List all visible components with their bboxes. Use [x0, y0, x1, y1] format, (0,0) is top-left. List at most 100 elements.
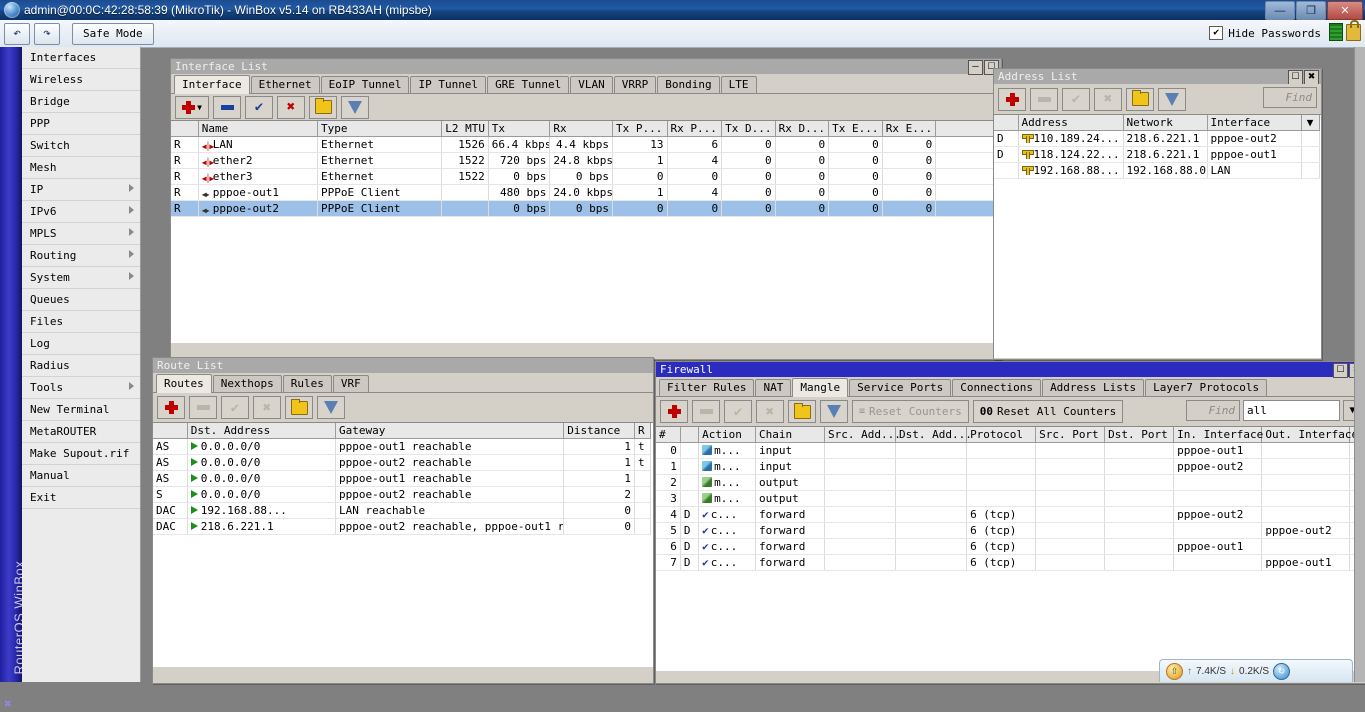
column-header-type[interactable]: Type [317, 121, 443, 137]
table-row[interactable]: S 0.0.0.0/0 pppoe-out2 reachable 2 [153, 486, 652, 503]
column-header-protocol[interactable]: Protocol [966, 427, 1037, 443]
table-row[interactable]: Rpppoe-out2PPPoE Client0 bps0 bps000000 [171, 200, 999, 217]
refresh-icon[interactable]: ↻ [1273, 662, 1291, 680]
hide-passwords-checkbox[interactable]: ✔ Hide Passwords [1209, 24, 1321, 42]
redo-icon[interactable]: ↷ [34, 22, 60, 45]
firewall-tab-nat[interactable]: NAT [755, 379, 792, 396]
table-row[interactable]: Rether2Ethernet1522720 bps24.8 kbps14000… [171, 152, 999, 169]
column-header-interface[interactable]: Interface [1207, 115, 1302, 131]
enable-rule-button[interactable]: ✔ [724, 400, 752, 423]
disable-interface-button[interactable]: ✖ [277, 95, 305, 119]
filter-route-button[interactable] [317, 396, 345, 419]
table-row[interactable]: 5 D ✔ c... forward 6 (tcp) pppoe-out2 [656, 522, 1365, 539]
sidebar-item-wireless[interactable]: Wireless [22, 69, 140, 91]
sidebar-item-mpls[interactable]: MPLS [22, 223, 140, 245]
route-list-tab-nexthops[interactable]: Nexthops [212, 375, 282, 392]
column-header-src-port[interactable]: Src. Port [1035, 427, 1106, 443]
sidebar-item-manual[interactable]: Manual [22, 465, 140, 487]
reset-counters-button[interactable]: ≡ Reset Counters [852, 400, 969, 423]
column-header-address[interactable]: Address [1018, 115, 1124, 131]
interface-list-tab-lte[interactable]: LTE [720, 76, 757, 93]
table-row[interactable]: DAC 192.168.88... LAN reachable 0 [153, 502, 652, 519]
filter-interface-button[interactable] [341, 95, 369, 119]
table-row[interactable]: D 118.124.22... 218.6.221.1 pppoe-out1 [994, 146, 1320, 163]
firewall-tab-layer7-protocols[interactable]: Layer7 Protocols [1145, 379, 1268, 396]
column-header-flag[interactable] [171, 121, 199, 137]
table-row[interactable]: 1 m... input pppoe-out2 [656, 458, 1365, 475]
table-row[interactable]: D 110.189.24... 218.6.221.1 pppoe-out2 [994, 130, 1320, 147]
reset-all-counters-button[interactable]: 00 Reset All Counters [972, 400, 1124, 423]
table-row[interactable]: AS 0.0.0.0/0 pppoe-out1 reachable 1 [153, 470, 652, 487]
firewall-tab-filter-rules[interactable]: Filter Rules [659, 379, 755, 396]
column-header-flag[interactable] [994, 115, 1019, 131]
column-header-txp[interactable]: Tx P... [612, 121, 668, 137]
address-list-close-icon[interactable]: ✖ [1304, 70, 1319, 85]
sidebar-item-files[interactable]: Files [22, 311, 140, 333]
filter-rule-button[interactable] [820, 400, 848, 423]
sidebar-item-routing[interactable]: Routing [22, 245, 140, 267]
firewall-titlebar[interactable]: Firewall ☐ ✖ [656, 362, 1365, 378]
table-row[interactable]: 3 m... output [656, 490, 1365, 507]
column-header-flag[interactable] [680, 427, 700, 443]
column-header-rxp[interactable]: Rx P... [667, 121, 723, 137]
firewall-find-input[interactable]: Find [1186, 400, 1240, 421]
column-header-tx[interactable]: Tx [488, 121, 551, 137]
interface-list-tab-ethernet[interactable]: Ethernet [250, 76, 320, 93]
table-row[interactable]: 4 D ✔ c... forward 6 (tcp) pppoe-out2 [656, 506, 1365, 523]
network-speed-widget[interactable]: ⇧ ↑ 7.4K/S ↓ 0.2K/S ↻ [1159, 659, 1353, 682]
remove-rule-button[interactable] [692, 400, 720, 423]
table-row[interactable]: 192.168.88... 192.168.88.0 LAN [994, 162, 1320, 179]
interface-list-tab-eoip-tunnel[interactable]: EoIP Tunnel [320, 76, 410, 93]
column-header-src-address[interactable]: Src. Add... [824, 427, 901, 443]
route-list-titlebar[interactable]: Route List [153, 358, 653, 373]
remove-route-button[interactable] [189, 396, 217, 419]
disable-address-button[interactable]: ✖ [1094, 87, 1122, 111]
table-row[interactable]: 2 m... output [656, 474, 1365, 491]
column-header-in-interface[interactable]: In. Interface [1173, 427, 1263, 443]
route-list-tab-routes[interactable]: Routes [156, 374, 212, 393]
table-row[interactable]: AS 0.0.0.0/0 pppoe-out1 reachable 1 t [153, 438, 652, 455]
sidebar-item-make-supout-rif[interactable]: Make Supout.rif [22, 443, 140, 465]
route-list-tab-rules[interactable]: Rules [282, 375, 332, 392]
column-header-txd[interactable]: Tx D... [721, 121, 776, 137]
column-header-num[interactable]: # [656, 427, 681, 443]
table-row[interactable]: RLANEthernet152666.4 kbps4.4 kbps1360000 [171, 136, 999, 153]
sidebar-item-ipv6[interactable]: IPv6 [22, 201, 140, 223]
table-row[interactable]: AS 0.0.0.0/0 pppoe-out2 reachable 1 t [153, 454, 652, 471]
interface-list-tab-vrrp[interactable]: VRRP [613, 76, 657, 93]
interface-list-tab-vlan[interactable]: VLAN [570, 76, 613, 93]
sidebar-item-interfaces[interactable]: Interfaces [22, 47, 140, 69]
table-row[interactable]: 0 m... input pppoe-out1 [656, 442, 1365, 459]
interface-list-titlebar[interactable]: Interface List ─ ☐ [171, 59, 1001, 75]
undo-icon[interactable]: ↶ [4, 22, 30, 45]
sidebar-item-mesh[interactable]: Mesh [22, 157, 140, 179]
address-list-maximize-icon[interactable]: ☐ [1288, 70, 1303, 85]
route-list-tab-vrf[interactable]: VRF [332, 375, 369, 392]
sidebar-item-radius[interactable]: Radius [22, 355, 140, 377]
comment-rule-button[interactable] [788, 400, 816, 423]
enable-address-button[interactable]: ✔ [1062, 87, 1090, 111]
remove-interface-button[interactable] [213, 95, 241, 119]
column-header-dst-address[interactable]: Dst. Address [187, 423, 337, 439]
minimize-button[interactable]: — [1265, 1, 1295, 20]
column-header-gateway[interactable]: Gateway [335, 423, 565, 439]
sidebar-item-metarouter[interactable]: MetaROUTER [22, 421, 140, 443]
add-route-button[interactable] [157, 396, 185, 419]
add-rule-button[interactable] [660, 400, 688, 423]
table-row[interactable]: DAC 218.6.221.1 pppoe-out2 reachable, pppo… [153, 518, 652, 535]
sidebar-item-system[interactable]: System [22, 267, 140, 289]
column-header-rxd[interactable]: Rx D... [775, 121, 830, 137]
remove-address-button[interactable] [1030, 87, 1058, 111]
column-header-l2mtu[interactable]: L2 MTU [441, 121, 489, 137]
filter-address-button[interactable] [1158, 87, 1186, 111]
comment-route-button[interactable] [285, 396, 313, 419]
add-address-button[interactable] [998, 87, 1026, 111]
table-row[interactable]: 6 D ✔ c... forward 6 (tcp) pppoe-out1 [656, 538, 1365, 555]
sidebar-item-switch[interactable]: Switch [22, 135, 140, 157]
column-header-distance[interactable]: Distance [563, 423, 635, 439]
address-list-titlebar[interactable]: Address List ☐ ✖ [994, 69, 1321, 85]
close-button[interactable]: ✕ [1327, 1, 1363, 20]
firewall-tab-service-ports[interactable]: Service Ports [849, 379, 952, 396]
safe-mode-button[interactable]: Safe Mode [72, 22, 154, 45]
column-header-chain[interactable]: Chain [755, 427, 825, 443]
